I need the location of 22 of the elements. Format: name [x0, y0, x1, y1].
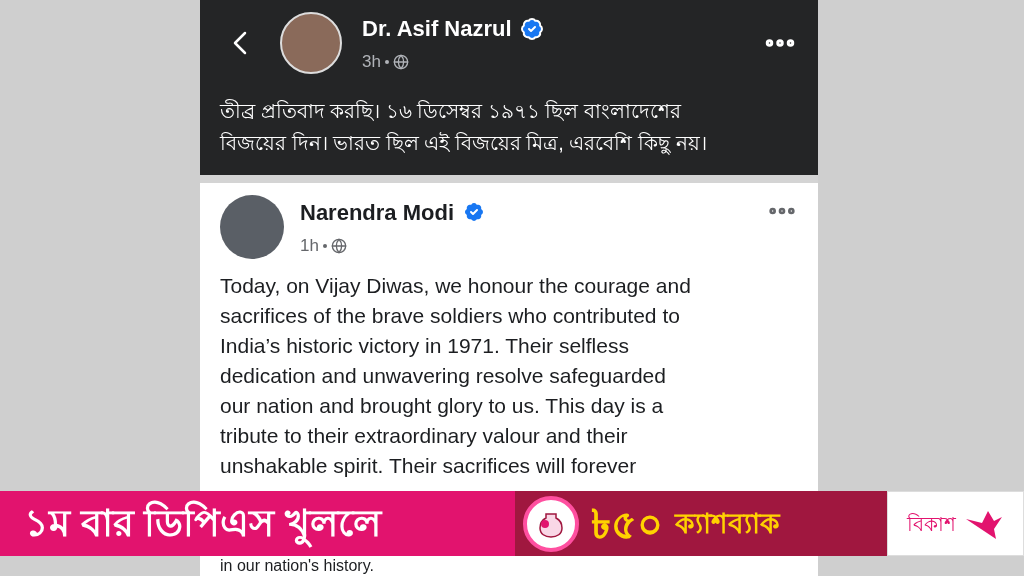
post-text-line: বিজয়ের দিন। ভারত ছিল এই বিজয়ের মিত্র, এরবেশি কিছু নয়। — [220, 130, 708, 157]
post-time: 1h — [300, 234, 319, 257]
globe-icon — [330, 237, 347, 254]
ad-banner-right[interactable]: ৳৫০ ক্যাশব্যাক — [515, 491, 887, 556]
post-text-line: তীব্র প্রতিবাদ করছি। ১৬ ডিসেম্বর ১৯৭১ ছিল বাংলাদেশের — [220, 98, 683, 124]
brand-name: বিকাশ — [907, 511, 956, 537]
post-time: 3h — [362, 51, 381, 73]
post-text-line: sacrifices of the brave soldiers who contributed to — [220, 303, 681, 329]
cashback-label: ক্যাশব্যাক — [675, 506, 780, 541]
ad-banner-left[interactable]: ১ম বার ডিপিএস খুললে — [0, 491, 515, 556]
post-text-line: our nation and brought glory to us. This day is a — [220, 393, 665, 419]
cashback-amount: ৳৫০ — [591, 500, 663, 548]
author-name[interactable]: Dr. Asif Nazrul — [362, 12, 512, 45]
ad-headline: ১ম বার ডিপিএস খুললে — [24, 495, 381, 552]
post-text-line: Today, on Vijay Diwas, we honour the courage and — [220, 273, 692, 299]
globe-icon — [392, 53, 409, 70]
post-text-line: tribute to their extraordinary valour and their — [220, 423, 629, 449]
post-text-line: India’s historic victory in 1971. Their selfless — [220, 333, 630, 359]
post-text-line: dedication and unwavering resolve safeguarded — [220, 363, 667, 389]
post-text-line: in our nation's history. — [220, 557, 375, 575]
author-name[interactable]: Narendra Modi — [300, 195, 455, 229]
post-text-line: unshakable spirit. Their sacrifices will forever — [220, 453, 638, 479]
